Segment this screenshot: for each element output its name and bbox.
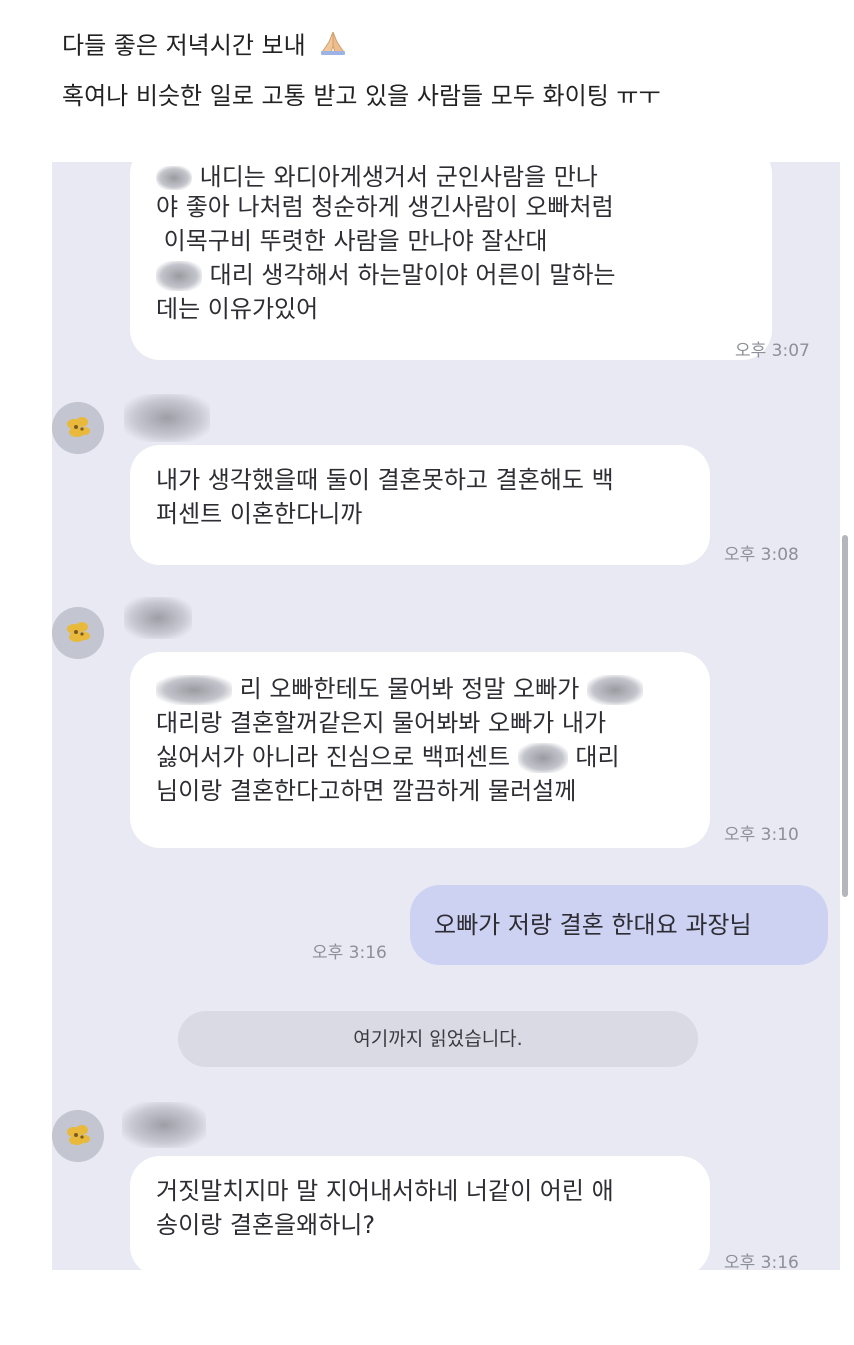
message-line: 야 좋아 나처럼 청순하게 생긴사람이 오빠처럼 xyxy=(156,193,614,221)
post-caption-text-1: 다들 좋은 저녁시간 보내 xyxy=(62,31,306,60)
redacted-sender-name xyxy=(124,597,192,639)
message-line: 싫어서가 아니라 진심으로 백퍼센트 xyxy=(156,743,511,771)
message-line: 오빠가 저랑 결혼 한대요 과장님 xyxy=(434,911,752,939)
message-line: 내가 생각했을때 둘이 결혼못하고 결혼해도 백 xyxy=(156,466,614,494)
redacted-blur xyxy=(156,675,232,705)
received-message-1: 내디는 와디아게생거서 군인사람을 만나 야 좋아 나처럼 청순하게 생긴사람이… xyxy=(130,162,772,360)
message-line: 이목구비 뚜렷한 사람을 만나야 잘산대 xyxy=(156,227,548,255)
sent-message: 오빠가 저랑 결혼 한대요 과장님 xyxy=(410,885,828,965)
message-line: 송이랑 결혼을왜하니? xyxy=(156,1211,376,1239)
message-line: 리 오빠한테도 물어봐 정말 오빠가 xyxy=(239,675,580,703)
received-message-2: 내가 생각했을때 둘이 결혼못하고 결혼해도 백 퍼센트 이혼한다니까 xyxy=(130,445,710,565)
message-line: 퍼센트 이혼한다니까 xyxy=(156,500,363,528)
received-message-5: 거짓말치지마 말 지어내서하네 너같이 어린 애 송이랑 결혼을왜하니? xyxy=(130,1156,710,1270)
contact-avatar[interactable] xyxy=(52,402,104,454)
redacted-blur xyxy=(156,166,192,190)
message-line: 내디는 와디아게생거서 군인사람을 만나 xyxy=(199,163,598,190)
contact-avatar[interactable] xyxy=(52,1110,104,1162)
redacted-sender-name xyxy=(124,394,210,442)
read-marker: 여기까지 읽었습니다. xyxy=(178,1011,698,1067)
redacted-blur xyxy=(156,261,202,291)
message-time: 오후 3:10 xyxy=(724,825,799,845)
message-line: 거짓말치지마 말 지어내서하네 너같이 어린 애 xyxy=(156,1177,614,1205)
message-time: 오후 3:16 xyxy=(312,943,387,963)
chat-scrollbar[interactable] xyxy=(842,535,848,897)
message-line: 대리랑 결혼할꺼같은지 물어봐봐 오빠가 내가 xyxy=(156,709,607,737)
post-caption-line-1: 다들 좋은 저녁시간 보내 xyxy=(62,28,347,65)
message-line: 대리 xyxy=(575,743,620,771)
redacted-sender-name xyxy=(122,1102,206,1148)
redacted-blur xyxy=(517,743,568,773)
message-line: 대리 생각해서 하는말이야 어른이 말하는 xyxy=(209,261,616,289)
message-line: 데는 이유가있어 xyxy=(156,295,319,323)
folded-hands-icon xyxy=(319,28,347,65)
message-time: 오후 3:16 xyxy=(724,1253,799,1270)
contact-avatar[interactable] xyxy=(52,607,104,659)
chat-screenshot: 내디는 와디아게생거서 군인사람을 만나 야 좋아 나처럼 청순하게 생긴사람이… xyxy=(52,162,840,1270)
received-message-3: 리 오빠한테도 물어봐 정말 오빠가 대리랑 결혼할꺼같은지 물어봐봐 오빠가 … xyxy=(130,652,710,848)
message-time: 오후 3:08 xyxy=(724,545,799,565)
redacted-blur xyxy=(586,675,643,705)
message-time: 오후 3:07 xyxy=(735,341,810,361)
message-line: 님이랑 결혼한다고하면 깔끔하게 물러설께 xyxy=(156,777,577,805)
post-caption-line-2: 혹여나 비슷한 일로 고통 받고 있을 사람들 모두 화이팅 ㅠㅜ xyxy=(62,82,661,110)
